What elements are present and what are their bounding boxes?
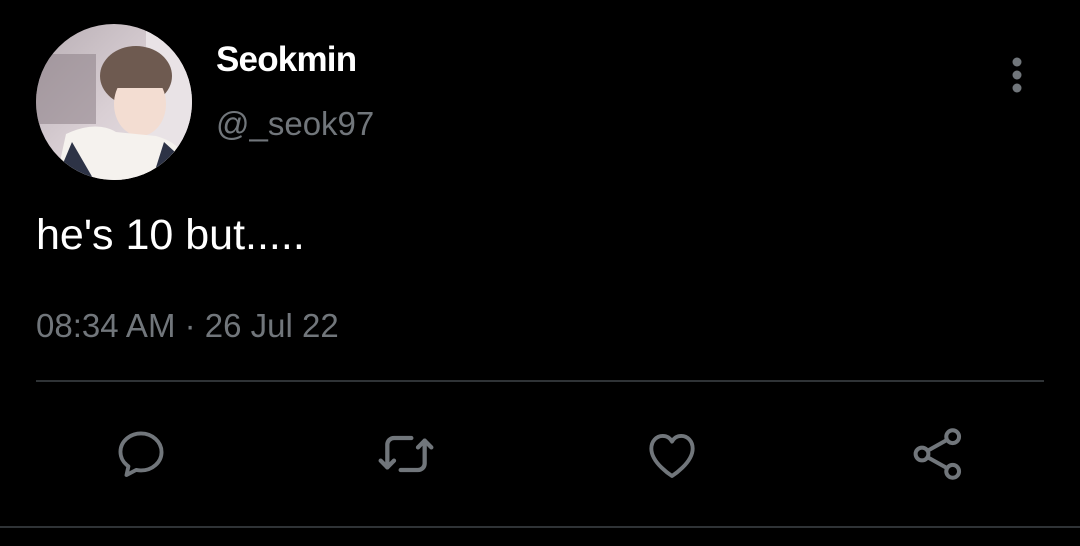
- more-vertical-icon: [1012, 57, 1022, 93]
- reply-button[interactable]: [109, 422, 173, 486]
- divider: [36, 380, 1044, 382]
- reply-icon: [118, 431, 164, 477]
- tweet-detail: Seokmin @_seok97 he's 10 but..... 08:34 …: [0, 0, 1080, 546]
- tweet-text: he's 10 but.....: [36, 211, 305, 259]
- avatar[interactable]: [36, 24, 192, 180]
- display-name[interactable]: Seokmin: [216, 40, 357, 80]
- user-handle[interactable]: @_seok97: [216, 104, 374, 144]
- retweet-button[interactable]: [374, 422, 438, 486]
- share-icon: [913, 428, 962, 480]
- like-icon: [649, 433, 695, 478]
- retweet-icon: [378, 435, 434, 473]
- share-button[interactable]: [906, 422, 970, 486]
- avatar-photo: [36, 24, 192, 180]
- more-options-button[interactable]: [996, 52, 1038, 98]
- tweet-timestamp[interactable]: 08:34 AM · 26 Jul 22: [36, 306, 339, 346]
- bottom-divider: [0, 526, 1080, 528]
- like-button[interactable]: [640, 422, 704, 486]
